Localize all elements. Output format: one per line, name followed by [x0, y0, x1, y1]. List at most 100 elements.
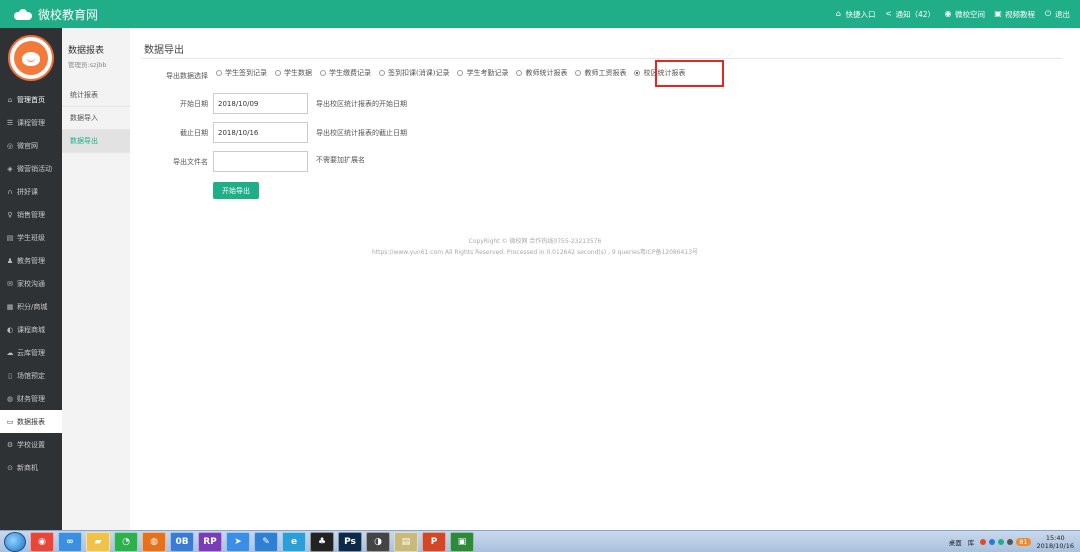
sub-item-export[interactable]: 数据导出 [62, 130, 130, 153]
quick-entry-link[interactable]: ⌂ 快捷入口 [834, 9, 876, 20]
home-icon: ⌂ [7, 95, 13, 104]
export-option-0[interactable]: 学生签到记录 [216, 68, 267, 78]
powerpoint-icon[interactable]: P [422, 531, 446, 552]
sidebar-item-sales[interactable]: ♀ 销售管理 [0, 203, 62, 226]
wechat-icon[interactable]: ◔ [114, 531, 138, 552]
folder-icon[interactable]: ▰ [86, 531, 110, 552]
tray-app-icon[interactable] [980, 538, 987, 545]
radio-button[interactable] [634, 70, 641, 76]
sidebar-item-course-mall[interactable]: ◐ 课程商城 [0, 318, 62, 341]
export-option-label: 签到扣课(消课)记录 [388, 69, 450, 77]
sidebar-item-label: 积分/商城 [17, 302, 48, 311]
radio-button[interactable] [216, 70, 222, 76]
paper-plane-icon[interactable]: ➤ [226, 531, 250, 552]
system-tray: 桌面 库 81 15:40 2018/10/16 [949, 531, 1080, 552]
sidebar-item-teaching[interactable]: ♟ 教务管理 [0, 249, 62, 272]
firefox-icon[interactable]: ◍ [142, 531, 166, 552]
sub-item-import[interactable]: 数据导入 [62, 107, 130, 130]
brand[interactable]: 微校教育网 [0, 6, 98, 23]
clock[interactable]: 15:40 2018/10/16 [1037, 534, 1074, 550]
sidebar-item-cloud[interactable]: ☁ 云库管理 [0, 341, 62, 364]
radio-button[interactable] [457, 70, 464, 76]
sidebar-item-finance[interactable]: ◍ 财务管理 [0, 387, 62, 410]
points-mall-icon: ▦ [6, 302, 14, 311]
sidebar-item-home-school[interactable]: ✉ 家校沟通 [0, 272, 62, 295]
export-type-options: 学生签到记录 学生数据 学生缴费记录 签到扣课(消课)记录 学生考勤记录 教师统计报表 教师… [216, 68, 693, 78]
photoshop-icon[interactable]: Ps [338, 531, 362, 552]
settings-icon: ⚙ [6, 440, 14, 449]
qq-icon[interactable]: ♣ [310, 531, 334, 552]
export-option-6[interactable]: 教师工资报表 [575, 68, 626, 78]
notepad-icon[interactable]: ▤ [394, 531, 418, 552]
radio-button[interactable] [516, 70, 523, 76]
logout-link[interactable]: ⏻ 退出 [1044, 9, 1070, 20]
tray-badge[interactable]: 81 [1016, 537, 1031, 546]
filename-input[interactable] [213, 151, 308, 172]
avatar[interactable] [8, 35, 54, 81]
venue-icon: ▯ [8, 371, 12, 380]
sidebar-item-marketing[interactable]: ◈ 微营销活动 [0, 157, 62, 180]
start-date-input[interactable] [213, 93, 308, 114]
sidebar-item-label: 拼好课 [17, 187, 38, 196]
radio-button[interactable] [379, 70, 385, 76]
sidebar-item-group-course[interactable]: ∩ 拼好课 [0, 180, 62, 203]
export-option-3[interactable]: 签到扣课(消课)记录 [379, 68, 449, 78]
end-date-input[interactable] [213, 122, 308, 143]
green-app-icon[interactable]: ▣ [450, 531, 474, 552]
start-date-hint: 导出校区统计报表的开始日期 [316, 100, 407, 108]
media-icon[interactable]: ◑ [366, 531, 390, 552]
start-export-button[interactable]: 开始导出 [213, 182, 259, 199]
export-type-label: 导出数据选择 [166, 72, 208, 80]
campus-space-link[interactable]: ◉ 微校空间 [944, 9, 986, 20]
tray-desktop-label[interactable]: 桌面 [949, 537, 962, 547]
video-tutorial-link[interactable]: ▣ 视频教程 [994, 9, 1035, 20]
onenote-icon[interactable]: 0B [170, 531, 194, 552]
sidebar-item-points-mall[interactable]: ▦ 积分/商城 [0, 295, 62, 318]
notification-link[interactable]: < 通知（42） [884, 9, 935, 20]
main-content: 数据导出 导出数据选择 学生签到记录 学生数据 学生缴费记录 签到扣课(消课)记录 学生… [130, 28, 1080, 530]
eye-icon: ◉ [944, 9, 952, 18]
export-option-4[interactable]: 学生考勤记录 [457, 68, 508, 78]
sidebar-item-label: 微营销活动 [17, 164, 52, 173]
export-option-1[interactable]: 学生数据 [275, 68, 312, 78]
tutorial-icon: ▣ [994, 9, 1002, 18]
filename-hint: 不需要加扩展名 [316, 156, 365, 164]
sidebar-item-label: 云库管理 [17, 348, 45, 357]
new-machine-icon: ⊙ [7, 463, 13, 472]
pen-icon[interactable]: ✎ [254, 531, 278, 552]
export-option-2[interactable]: 学生缴费记录 [320, 68, 371, 78]
sales-icon: ♀ [7, 210, 13, 219]
sidebar-item-home[interactable]: ⌂ 管理首页 [0, 88, 62, 111]
axure-icon[interactable]: RP [198, 531, 222, 552]
tray-library-label[interactable]: 库 [968, 537, 975, 547]
sub-item-statistics[interactable]: 统计报表 [62, 84, 130, 107]
cloud-icon: ☁ [6, 348, 14, 357]
finance-icon: ◍ [6, 394, 14, 403]
sidebar-item-label: 场馆预定 [17, 371, 45, 380]
radio-button[interactable] [275, 70, 281, 76]
tray-network-icon[interactable] [989, 538, 996, 545]
sidebar-item-course[interactable]: ☰ 课程管理 [0, 111, 62, 134]
sidebar-item-report[interactable]: ▭ 数据报表 [0, 410, 62, 433]
sidebar-item-settings[interactable]: ⚙ 学校设置 [0, 433, 62, 456]
start-button[interactable] [4, 531, 26, 552]
marketing-icon: ◈ [7, 164, 13, 173]
ie-icon[interactable]: e [282, 531, 306, 552]
tray-volume-icon[interactable] [1007, 538, 1014, 545]
export-option-label: 学生签到记录 [225, 69, 267, 77]
chrome-icon[interactable]: ◉ [30, 531, 54, 552]
sidebar-item-label: 新商机 [17, 463, 38, 472]
sidebar-item-venue[interactable]: ▯ 场馆预定 [0, 364, 62, 387]
tray-wechat-icon[interactable] [998, 538, 1005, 545]
baidu-netdisk-icon[interactable]: ∞ [58, 531, 82, 552]
sidebar-item-label: 课程管理 [17, 118, 45, 127]
title-divider [142, 58, 1062, 59]
copyright-text: CopyRight © 微校网 合作热线0755-23213576 [468, 238, 602, 245]
sidebar-item-micro-site[interactable]: ◎ 微官网 [0, 134, 62, 157]
sidebar-item-class[interactable]: ▤ 学生班级 [0, 226, 62, 249]
sidebar-item-new-machine[interactable]: ⊙ 新商机 [0, 456, 62, 479]
share-icon: < [885, 9, 892, 18]
radio-button[interactable] [575, 70, 582, 76]
radio-button[interactable] [320, 70, 326, 76]
export-option-5[interactable]: 教师统计报表 [516, 68, 567, 78]
